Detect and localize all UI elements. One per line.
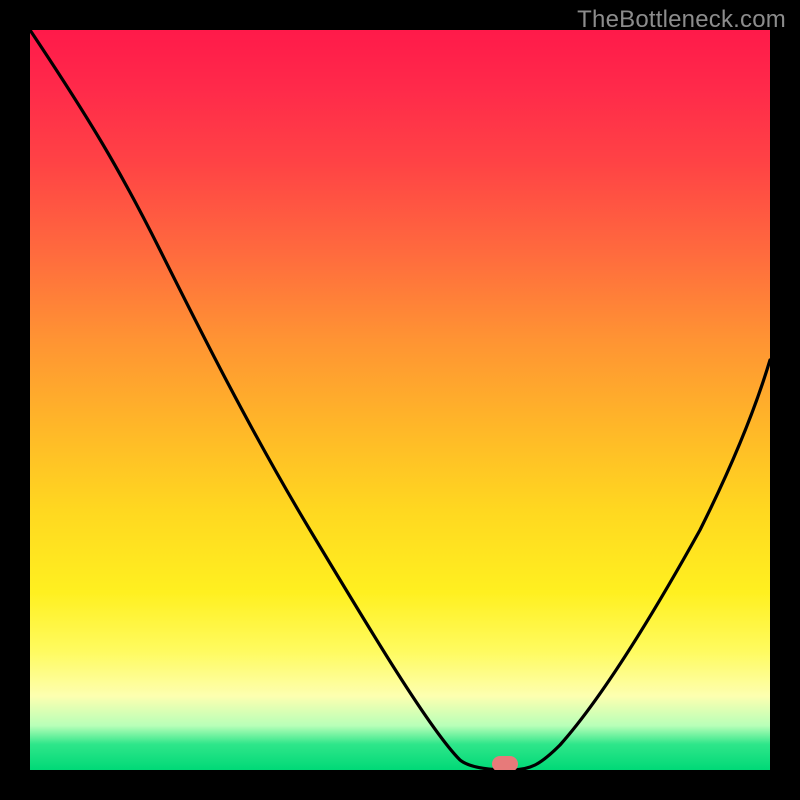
watermark-text: TheBottleneck.com: [577, 6, 786, 34]
curve-path: [30, 30, 770, 770]
plot-area: [30, 30, 770, 770]
chart-frame: TheBottleneck.com: [0, 0, 800, 800]
optimal-point-marker: [492, 756, 518, 770]
bottleneck-curve: [30, 30, 770, 770]
